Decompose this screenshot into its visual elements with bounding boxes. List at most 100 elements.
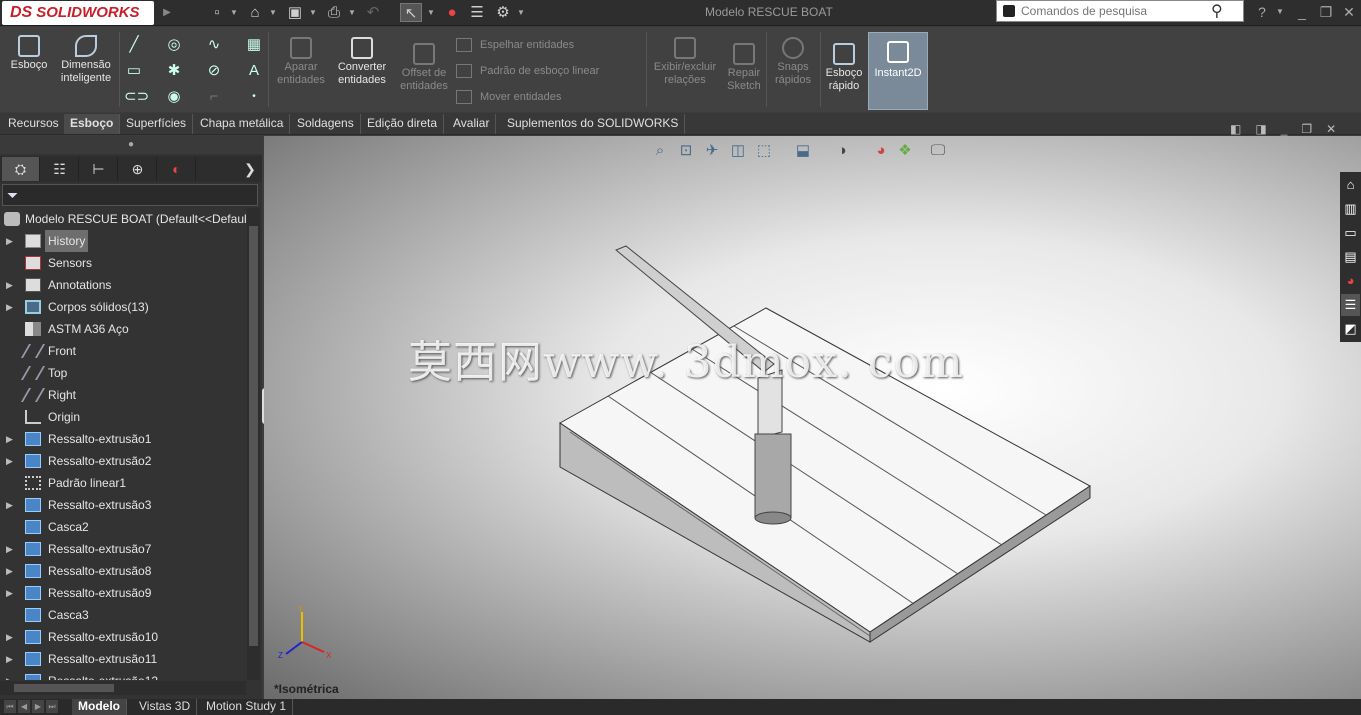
tab-recursos[interactable]: Recursos: [2, 114, 66, 134]
save-dropdown-icon[interactable]: ▼: [308, 3, 318, 22]
tab-esboco[interactable]: Esboço: [64, 114, 121, 134]
file-properties-icon[interactable]: ☰: [466, 3, 488, 22]
dot-icon[interactable]: •: [244, 87, 264, 107]
point-grid-icon[interactable]: ▦: [244, 35, 264, 55]
solidworks-logo[interactable]: DS SOLIDWORKS: [2, 1, 154, 25]
tree-item[interactable]: ▶ Ressalto-extrusão11: [0, 648, 246, 670]
offset-entities-button[interactable]: Offset de entidades: [396, 43, 452, 93]
viewport-close-icon[interactable]: ✕: [1326, 122, 1336, 136]
tab-soldagens[interactable]: Soldagens: [291, 114, 361, 134]
tree-item[interactable]: Right: [0, 384, 246, 406]
slot-icon[interactable]: ⊂⊃: [124, 87, 149, 107]
display-relations-button[interactable]: Exibir/excluir relações: [650, 37, 720, 87]
polygon-icon[interactable]: ✱: [164, 61, 184, 81]
tree-item[interactable]: ▶ Annotations: [0, 274, 246, 296]
tab-vistas-3d[interactable]: Vistas 3D: [133, 699, 198, 715]
tree-item[interactable]: ▶ Ressalto-extrusão7: [0, 538, 246, 560]
tree-item[interactable]: ▶ Corpos sólidos(13): [0, 296, 246, 318]
instant2d-button[interactable]: Instant2D: [868, 32, 928, 110]
tile-right-icon[interactable]: ◨: [1255, 122, 1266, 136]
smart-dimension-button[interactable]: Dimensão inteligente: [57, 35, 115, 85]
tab-motion-study[interactable]: Motion Study 1: [200, 699, 294, 715]
help-dropdown-icon[interactable]: ▼: [1270, 2, 1290, 22]
tree-item[interactable]: Casca2: [0, 516, 246, 538]
close-icon[interactable]: ✕: [1339, 2, 1359, 22]
view-palette-icon[interactable]: ▤: [1341, 246, 1360, 268]
help-icon[interactable]: ?: [1252, 2, 1272, 22]
model-render[interactable]: [264, 136, 1361, 699]
circle-icon[interactable]: ◎: [164, 35, 184, 55]
options-icon[interactable]: ⚙: [492, 3, 514, 22]
tab-suplementos[interactable]: Suplementos do SOLIDWORKS: [501, 114, 686, 134]
expand-arrow-icon[interactable]: ▶: [6, 648, 16, 670]
expand-arrow-icon[interactable]: ▶: [6, 274, 16, 296]
search-icon[interactable]: ⚲: [1211, 1, 1223, 21]
expand-arrow-icon[interactable]: ▶: [6, 428, 16, 450]
tree-item[interactable]: ▶ Ressalto-extrusão1: [0, 428, 246, 450]
tree-item[interactable]: ▶ Ressalto-extrusão8: [0, 560, 246, 582]
tab-avaliar[interactable]: Avaliar: [447, 114, 497, 134]
search-input[interactable]: [1021, 3, 1201, 19]
rapid-sketch-button[interactable]: Esboço rápido: [823, 43, 865, 93]
tree-item[interactable]: ▶ Ressalto-extrusão3: [0, 494, 246, 516]
expand-arrow-icon[interactable]: ▶: [6, 230, 16, 252]
tree-item[interactable]: Front: [0, 340, 246, 362]
tree-item[interactable]: Padrão linear1: [0, 472, 246, 494]
feature-manager-tab-icon[interactable]: ⛭: [2, 157, 40, 181]
sketch-button[interactable]: Esboço: [6, 35, 52, 72]
panel-splitter-handle[interactable]: ●: [0, 136, 262, 154]
expand-arrow-icon[interactable]: ▶: [6, 296, 16, 318]
fillet-icon[interactable]: ⌐: [204, 87, 224, 107]
spline-icon[interactable]: ∿: [204, 35, 224, 55]
rectangle-icon[interactable]: ▭: [124, 61, 144, 81]
property-manager-tab-icon[interactable]: ☷: [41, 157, 79, 181]
expand-arrow-icon[interactable]: ▶: [6, 494, 16, 516]
tree-item[interactable]: Casca3: [0, 604, 246, 626]
scroll-thumb[interactable]: [14, 684, 114, 692]
scroll-thumb[interactable]: [249, 226, 258, 646]
expand-arrow-icon[interactable]: ▶: [6, 626, 16, 648]
file-explorer-icon[interactable]: ▭: [1341, 222, 1360, 244]
expand-arrow-icon[interactable]: ▶: [6, 582, 16, 604]
new-icon[interactable]: ▫: [206, 3, 228, 22]
quick-snaps-button[interactable]: Snaps rápidos: [770, 37, 816, 87]
tree-item[interactable]: Sensors: [0, 252, 246, 274]
tree-filter[interactable]: ⏷: [2, 184, 258, 206]
open-icon[interactable]: ⌂: [244, 3, 266, 22]
tree-item[interactable]: ▶ Ressalto-extrusão9: [0, 582, 246, 604]
tree-vertical-scrollbar[interactable]: [247, 208, 260, 680]
tab-superficies[interactable]: Superfícies: [120, 114, 194, 134]
display-manager-tab-icon[interactable]: ◐: [158, 157, 196, 181]
arc-icon[interactable]: ◉: [164, 87, 184, 107]
move-entities-button[interactable]: Mover entidades: [456, 90, 561, 104]
open-dropdown-icon[interactable]: ▼: [268, 3, 278, 22]
options-dropdown-icon[interactable]: ▼: [516, 3, 526, 22]
select-icon[interactable]: ↖: [400, 3, 422, 22]
save-icon[interactable]: ▣: [284, 3, 306, 22]
tree-item[interactable]: Top: [0, 362, 246, 384]
appearances-icon[interactable]: ◕: [1341, 270, 1360, 292]
ellipse-icon[interactable]: ⊘: [204, 61, 224, 81]
tree-item[interactable]: ASTM A36 Aço: [0, 318, 246, 340]
search-commands-box[interactable]: ⚲: [996, 0, 1244, 22]
expand-arrow-icon[interactable]: ▶: [6, 450, 16, 472]
new-dropdown-icon[interactable]: ▼: [229, 3, 239, 22]
line-icon[interactable]: ╱: [124, 35, 144, 55]
first-tab-icon[interactable]: ⏮: [4, 700, 16, 713]
rebuild-icon[interactable]: ●: [441, 3, 463, 22]
forum-icon[interactable]: ◩: [1341, 318, 1360, 340]
tab-edicao-direta[interactable]: Edição direta: [361, 114, 445, 134]
mirror-entities-button[interactable]: Espelhar entidades: [456, 38, 574, 52]
undo-icon[interactable]: ↶: [362, 3, 384, 22]
tree-root[interactable]: Modelo RESCUE BOAT (Default<<Default: [0, 208, 246, 230]
select-dropdown-icon[interactable]: ▼: [426, 3, 436, 22]
configuration-manager-tab-icon[interactable]: ⊢: [80, 157, 118, 181]
menu-expand-icon[interactable]: ▶: [156, 3, 178, 22]
more-tabs-icon[interactable]: ❯: [240, 157, 260, 181]
solidworks-resources-icon[interactable]: ⌂: [1341, 174, 1360, 196]
repair-sketch-button[interactable]: Repair Sketch: [724, 43, 764, 93]
tree-item[interactable]: ▶ History: [0, 230, 246, 252]
restore-icon[interactable]: ❐: [1316, 2, 1336, 22]
expand-arrow-icon[interactable]: ▶: [6, 670, 16, 680]
tile-left-icon[interactable]: ◧: [1230, 122, 1241, 136]
